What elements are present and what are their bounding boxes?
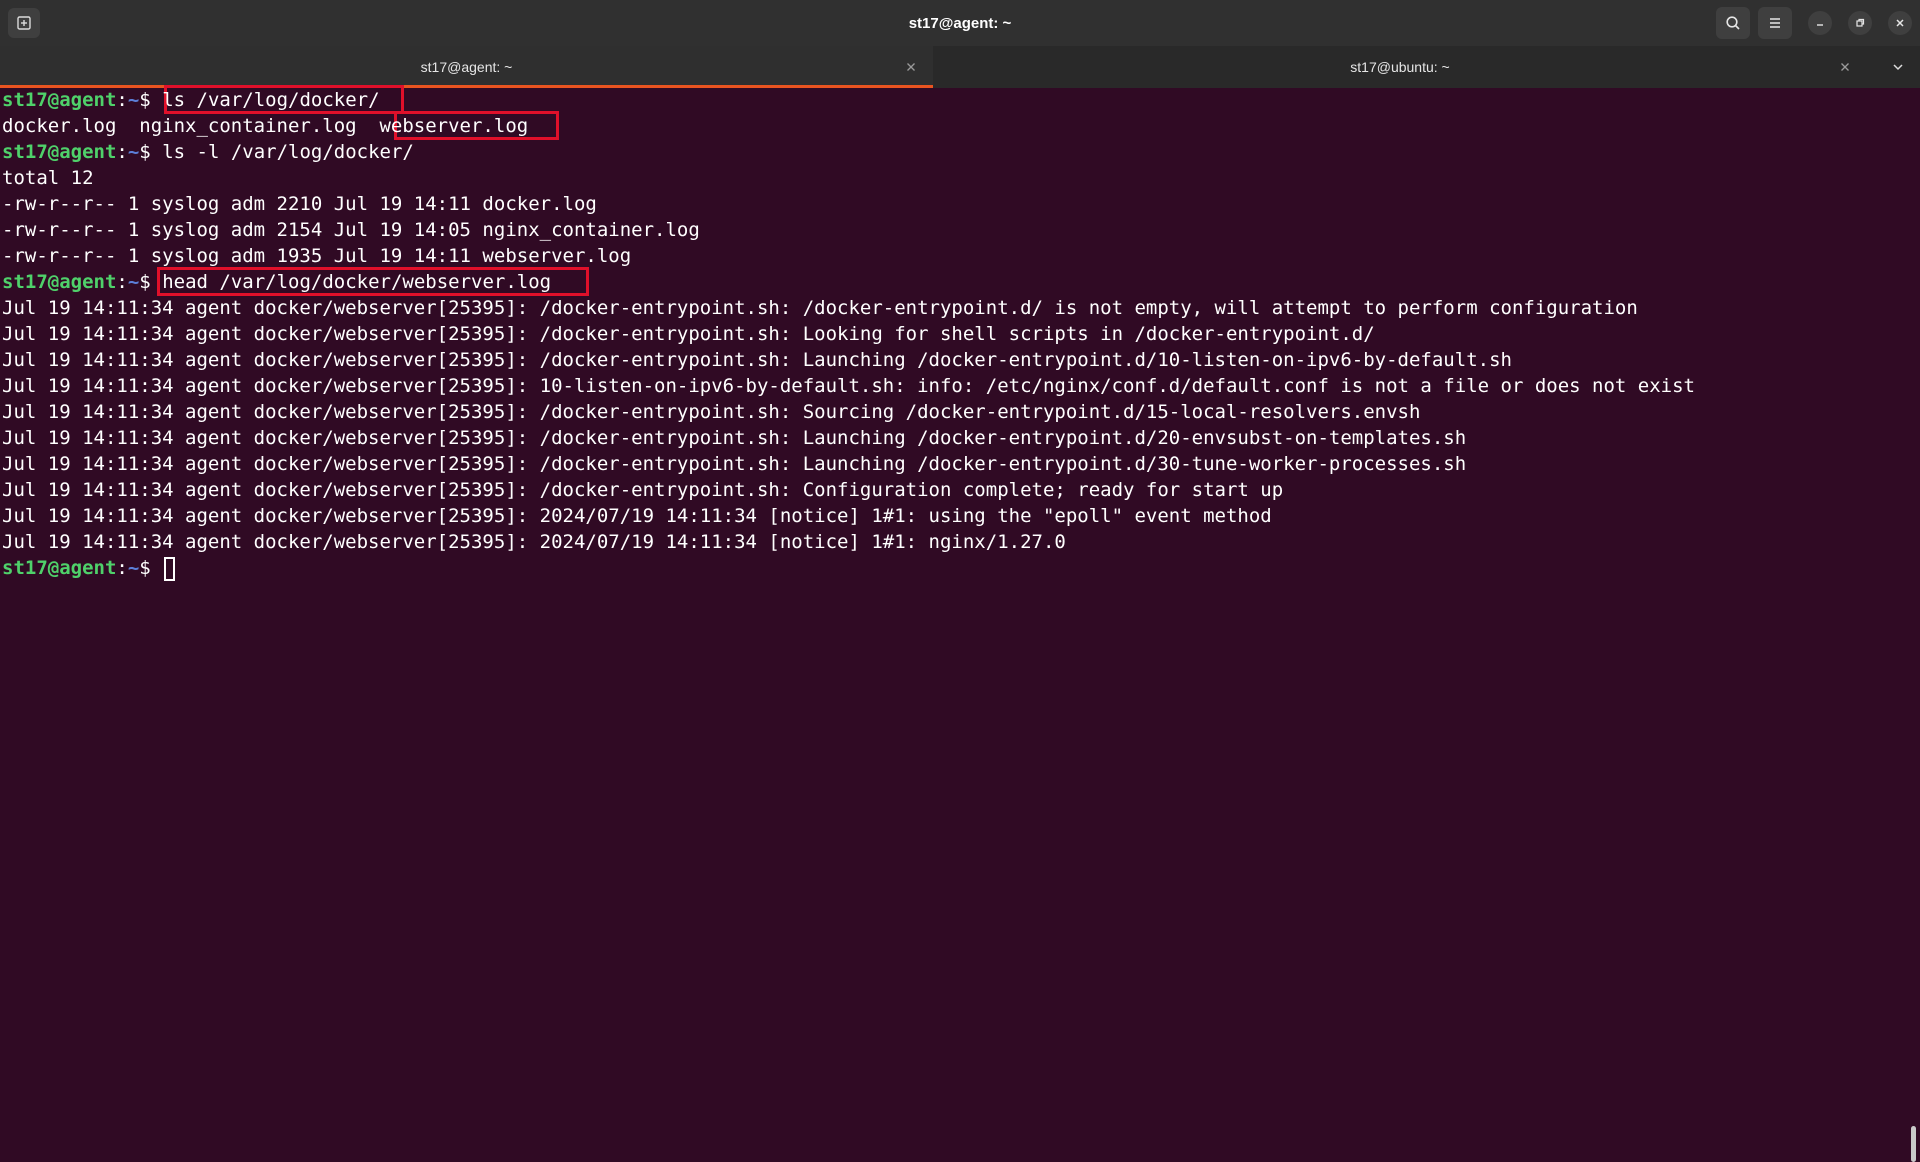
prompt-separator: : [116,557,128,579]
output-line: Jul 19 14:11:34 agent docker/webserver[2… [2,401,1421,423]
command-text: ls /var/log/docker/ [150,89,380,111]
output-line: Jul 19 14:11:34 agent docker/webserver[2… [2,427,1467,449]
output-line: -rw-r--r-- 1 syslog adm 1935 Jul 19 14:1… [2,245,632,267]
tab-list-dropdown[interactable] [1888,57,1908,77]
prompt-symbol: $ [139,141,151,163]
prompt-user-host: st17@agent [2,271,117,293]
command-text: ls -l /var/log/docker/ [150,141,414,163]
prompt-symbol: $ [139,89,151,111]
tab-close-button[interactable] [1837,59,1853,75]
prompt-user-host: st17@agent [2,557,117,579]
window-title: st17@agent: ~ [908,14,1012,32]
terminal-output[interactable]: st17@agent:~$ ls /var/log/docker/docker.… [0,85,1920,1162]
output-line: Jul 19 14:11:34 agent docker/webserver[2… [2,375,1695,397]
close-window-button[interactable] [1888,11,1912,35]
command-text: head /var/log/docker/webserver.log [150,271,552,293]
tab-label: st17@agent: ~ [420,59,513,75]
prompt-separator: : [116,141,128,163]
maximize-button[interactable] [1848,11,1872,35]
tab-ubuntu[interactable]: st17@ubuntu: ~ [933,46,1867,88]
prompt-line: st17@agent:~$ ls -l /var/log/docker/ [2,139,414,165]
maximize-icon [1856,18,1865,27]
search-icon [1726,16,1740,30]
tab-bar: st17@agent: ~ st17@ubuntu: ~ [0,46,1920,88]
output-line: Jul 19 14:11:34 agent docker/webserver[2… [2,531,1066,553]
title-bar: st17@agent: ~ [0,0,1920,46]
prompt-line: st17@agent:~$ head /var/log/docker/webse… [2,269,551,295]
search-button[interactable] [1716,7,1750,39]
text-cursor [164,556,176,581]
prompt-line: st17@agent:~$ ls /var/log/docker/ [2,87,380,113]
command-text [151,557,162,579]
prompt-path: ~ [127,141,140,163]
close-icon [907,63,915,71]
prompt-symbol: $ [139,271,151,293]
new-tab-icon [17,16,31,30]
prompt-separator: : [116,89,128,111]
prompt-user-host: st17@agent [2,89,117,111]
prompt-separator: : [116,271,128,293]
prompt-path: ~ [127,89,140,111]
output-line: -rw-r--r-- 1 syslog adm 2210 Jul 19 14:1… [2,193,597,215]
prompt-user-host: st17@agent [2,141,117,163]
prompt-path: ~ [127,557,140,579]
output-line: Jul 19 14:11:34 agent docker/webserver[2… [2,297,1638,319]
scrollbar[interactable] [1911,1126,1916,1162]
prompt-symbol: $ [139,557,151,579]
tab-agent[interactable]: st17@agent: ~ [0,46,933,88]
output-line: -rw-r--r-- 1 syslog adm 2154 Jul 19 14:0… [2,219,700,241]
output-line: Jul 19 14:11:34 agent docker/webserver[2… [2,349,1512,371]
chevron-down-icon [1893,64,1903,71]
prompt-line: st17@agent:~$ [2,555,176,581]
output-line: docker.log nginx_container.log webserver… [2,115,529,137]
minimize-icon [1817,24,1823,26]
prompt-path: ~ [127,271,140,293]
output-line: Jul 19 14:11:34 agent docker/webserver[2… [2,323,1375,345]
hamburger-menu-icon [1770,18,1780,28]
output-line: Jul 19 14:11:34 agent docker/webserver[2… [2,505,1272,527]
tab-close-button[interactable] [903,59,919,75]
new-tab-button[interactable] [8,8,40,38]
minimize-button[interactable] [1808,11,1832,35]
output-line: Jul 19 14:11:34 agent docker/webserver[2… [2,453,1467,475]
menu-button[interactable] [1758,7,1792,39]
output-line: total 12 [2,167,94,189]
output-line: Jul 19 14:11:34 agent docker/webserver[2… [2,479,1284,501]
close-icon [1896,19,1904,27]
tab-label: st17@ubuntu: ~ [1350,59,1450,75]
close-icon [1841,63,1849,71]
